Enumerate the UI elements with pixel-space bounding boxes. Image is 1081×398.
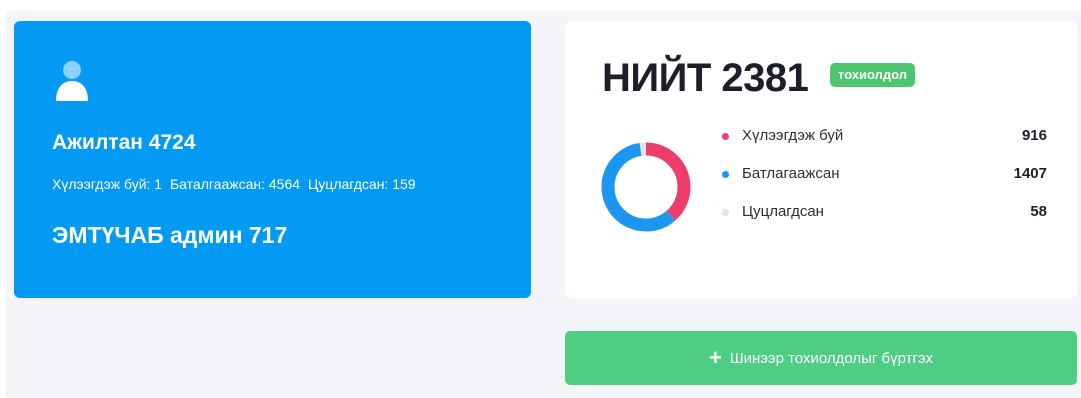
- cases-badge: тохиолдол: [830, 63, 916, 87]
- employee-breakdown: Хүлээгдэж буй: 1 Баталгаажсан: 4564 Цуцл…: [52, 176, 416, 192]
- legend-label: Батлагаажсан: [742, 165, 840, 182]
- legend-dot: [722, 209, 729, 216]
- plus-icon: +: [709, 345, 722, 370]
- legend-value: 58: [1030, 203, 1047, 220]
- legend-value: 1407: [1013, 165, 1047, 182]
- add-case-label: Шинээр тохиолдолыг бүртгэх: [729, 349, 933, 367]
- legend-label: Цуцлагдсан: [742, 203, 824, 220]
- legend-dot: [722, 133, 729, 140]
- admin-total: ЭМТҮЧАБ админ 717: [52, 222, 288, 248]
- employee-confirmed: Баталгаажсан: 4564: [169, 176, 301, 192]
- legend-label: Хүлээгдэж буй: [742, 127, 844, 144]
- cases-legend: Хүлээгдэж буй 916 Батлагаажсан 1407 Цуцл…: [722, 124, 1047, 238]
- legend-dot: [722, 171, 729, 178]
- cases-donut-chart: [601, 142, 691, 232]
- legend-item-pending: Хүлээгдэж буй 916: [722, 124, 1047, 162]
- employee-pending: Хүлээгдэж буй: 1: [52, 176, 163, 192]
- employee-cancelled: Цуцлагдсан: 159: [307, 176, 416, 192]
- user-icon: [56, 61, 88, 101]
- cases-summary-card: НИЙТ 2381 тохиолдол Хүлээгдэж буй 916 Ба…: [565, 21, 1077, 298]
- legend-item-confirmed: Батлагаажсан 1407: [722, 162, 1047, 200]
- legend-value: 916: [1021, 127, 1047, 144]
- cases-total: НИЙТ 2381: [602, 56, 809, 100]
- add-case-button[interactable]: + Шинээр тохиолдолыг бүртгэх: [565, 331, 1077, 385]
- employee-total: Ажилтан 4724: [52, 131, 196, 154]
- employee-card: Ажилтан 4724 Хүлээгдэж буй: 1 Баталгаажс…: [14, 21, 531, 298]
- legend-item-cancelled: Цуцлагдсан 58: [722, 200, 1047, 238]
